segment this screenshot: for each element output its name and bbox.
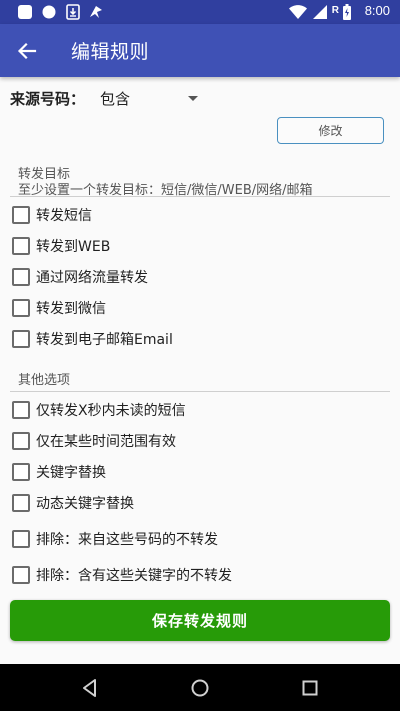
checkbox-box[interactable] bbox=[12, 268, 30, 286]
checkbox-box[interactable] bbox=[12, 530, 30, 548]
app-bar: 编辑规则 bbox=[0, 24, 400, 77]
forward-target-divider bbox=[10, 196, 390, 197]
checkbox-time-range[interactable]: 仅在某些时间范围有效 bbox=[10, 429, 390, 453]
checkbox-box[interactable] bbox=[12, 494, 30, 512]
checkbox-box[interactable] bbox=[12, 237, 30, 255]
checkbox-label: 仅在某些时间范围有效 bbox=[36, 434, 176, 450]
page-title: 编辑规则 bbox=[71, 41, 150, 63]
source-match-value: 包含 bbox=[100, 90, 131, 108]
checkbox-forward-wechat[interactable]: 转发到微信 bbox=[10, 296, 390, 320]
checkbox-label: 关键字替换 bbox=[36, 465, 106, 481]
other-options-title: 其他选项 bbox=[18, 373, 71, 388]
checkbox-forward-sms[interactable]: 转发短信 bbox=[10, 203, 390, 227]
signal-letter: R bbox=[331, 5, 339, 16]
checkbox-label: 排除：来自这些号码的不转发 bbox=[36, 532, 218, 548]
white-square-icon bbox=[18, 5, 32, 19]
checkbox-label: 转发短信 bbox=[36, 208, 92, 224]
checkbox-box[interactable] bbox=[12, 206, 30, 224]
checkbox-unread-seconds[interactable]: 仅转发X秒内未读的短信 bbox=[10, 398, 390, 422]
checkbox-box[interactable] bbox=[12, 463, 30, 481]
checkbox-label: 转发到WEB bbox=[36, 239, 111, 255]
battery-icon bbox=[343, 4, 351, 20]
other-options-divider bbox=[10, 391, 390, 392]
checkbox-dynamic-keyword-replace[interactable]: 动态关键字替换 bbox=[10, 491, 390, 515]
circle-icon bbox=[42, 5, 56, 19]
checkbox-box[interactable] bbox=[12, 401, 30, 419]
checkbox-label: 转发到电子邮箱Email bbox=[36, 332, 173, 348]
checkbox-exclude-numbers[interactable]: 排除：来自这些号码的不转发 bbox=[10, 527, 390, 551]
back-button[interactable] bbox=[8, 32, 46, 70]
checkbox-label: 排除：含有这些关键字的不转发 bbox=[36, 568, 232, 584]
checkbox-box[interactable] bbox=[12, 566, 30, 584]
nav-home-icon[interactable] bbox=[185, 673, 215, 703]
checkbox-exclude-keywords[interactable]: 排除：含有这些关键字的不转发 bbox=[10, 563, 390, 587]
nav-back-icon[interactable] bbox=[75, 673, 105, 703]
system-nav-bar bbox=[0, 664, 400, 711]
checkbox-forward-email[interactable]: 转发到电子邮箱Email bbox=[10, 327, 390, 351]
checkbox-forward-network[interactable]: 通过网络流量转发 bbox=[10, 265, 390, 289]
status-time: 8:00 bbox=[364, 3, 390, 18]
checkbox-box[interactable] bbox=[12, 299, 30, 317]
save-rule-button[interactable]: 保存转发规则 bbox=[10, 600, 390, 641]
checkbox-label: 通过网络流量转发 bbox=[36, 270, 148, 286]
arrow-back-icon bbox=[17, 42, 37, 60]
cellular-icon bbox=[313, 5, 327, 19]
source-number-label: 来源号码： bbox=[10, 90, 86, 108]
dropdown-arrow-icon bbox=[188, 96, 198, 101]
source-match-select[interactable]: 包含 bbox=[100, 87, 212, 111]
checkbox-label: 动态关键字替换 bbox=[36, 496, 134, 512]
checkbox-box[interactable] bbox=[12, 432, 30, 450]
modify-button[interactable]: 修改 bbox=[277, 117, 384, 144]
checkbox-label: 转发到微信 bbox=[36, 301, 106, 317]
download-box-icon bbox=[66, 4, 80, 20]
checkbox-forward-web[interactable]: 转发到WEB bbox=[10, 234, 390, 258]
checkbox-keyword-replace[interactable]: 关键字替换 bbox=[10, 460, 390, 484]
bird-icon bbox=[90, 6, 102, 18]
rule-editor-form: 来源号码： 包含 修改 转发目标 至少设置一个转发目标：短信/微信/WEB/网络… bbox=[0, 77, 400, 664]
checkbox-label: 仅转发X秒内未读的短信 bbox=[36, 403, 186, 419]
nav-recents-icon[interactable] bbox=[295, 673, 325, 703]
status-bar: R 8:00 bbox=[0, 0, 400, 24]
checkbox-box[interactable] bbox=[12, 330, 30, 348]
wifi-icon bbox=[289, 5, 307, 19]
